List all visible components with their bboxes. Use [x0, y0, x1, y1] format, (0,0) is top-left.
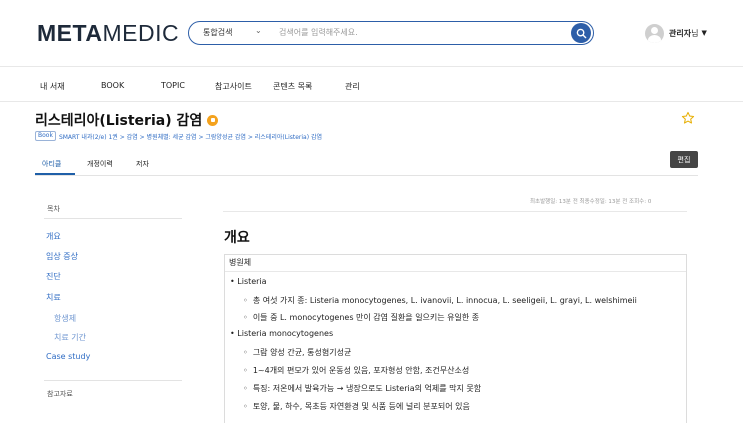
toc-label: 목차 [47, 205, 60, 213]
user-name: 관리자 [669, 28, 692, 38]
search-button[interactable] [571, 23, 591, 43]
nav-item-my-library[interactable]: 내 서재 [40, 81, 65, 92]
sub-bullet-text: 토양, 물, 하수, 목초등 자연환경 및 식품 등에 널리 분포되어 있음 [252, 402, 470, 411]
list-item: • Listeria [230, 277, 267, 286]
content-box-title: 병원체 [229, 258, 252, 267]
tab-article[interactable]: 아티클 [42, 159, 61, 169]
chevron-down-icon[interactable]: ⌄ [255, 26, 262, 35]
section-heading: 개요 [224, 230, 250, 246]
toc-item-case-study[interactable]: Case study [46, 352, 90, 361]
list-item: ◦ 1~4개의 편모가 있어 운동성 있음, 포자형성 안함, 조건무산소성 [243, 366, 470, 375]
logo[interactable]: METAMEDIC [37, 20, 179, 47]
user-suffix: 님 [691, 28, 699, 38]
user-menu[interactable]: 관리자 님 ▼ [645, 23, 707, 43]
list-item: ◦ 그람 양성 간균, 통성혐기성균 [243, 348, 352, 357]
sub-bullet-text: 그람 양성 간균, 통성혐기성균 [252, 348, 352, 357]
toc-item-treatment[interactable]: 치료 [46, 292, 61, 303]
search-icon [576, 28, 586, 38]
nav-item-admin[interactable]: 관리 [345, 81, 360, 92]
list-item: ◦ 이들 중 L. monocytogenes 만이 감염 질환을 일으키는 유… [243, 313, 480, 322]
star-icon[interactable] [681, 111, 695, 125]
sub-bullet-text: 특징: 저온에서 발육가능 → 냉장으로도 Listeria의 억제를 막지 못… [252, 384, 482, 393]
breadcrumb-path[interactable]: SMART 내과(2/e) 1권 > 감염 > 병원체별: 세균 감염 > 그람… [59, 132, 322, 141]
tab-authors[interactable]: 저자 [136, 159, 149, 169]
nav-item-book[interactable]: BOOK [101, 81, 124, 90]
logo-light: MEDIC [102, 20, 180, 46]
edit-button[interactable]: 편집 [670, 151, 698, 168]
sub-bullet-text: 총 여섯 가지 종: Listeria monocytogenes, L. iv… [252, 296, 637, 305]
tab-revision-history[interactable]: 개정이력 [87, 159, 113, 169]
toc-divider [44, 218, 182, 219]
user-avatar-icon [645, 23, 664, 43]
toc-item-overview[interactable]: 개요 [46, 231, 61, 242]
list-item: ◦ 특징: 저온에서 발육가능 → 냉장으로도 Listeria의 억제를 막지… [243, 384, 482, 393]
toc-subitem-antibiotics[interactable]: 항생제 [54, 313, 76, 324]
toc-references[interactable]: 참고자료 [47, 389, 73, 399]
meta-divider [223, 211, 687, 212]
toc-item-clinical-symptoms[interactable]: 임상 증상 [46, 251, 78, 262]
nav-item-content-list[interactable]: 콘텐츠 목록 [273, 81, 312, 92]
nav-item-reference-sites[interactable]: 참고사이트 [215, 81, 252, 92]
bullet-label: Listeria [237, 277, 267, 286]
tabs-divider [35, 175, 698, 176]
status-badge-icon [207, 114, 219, 126]
breadcrumb: Book SMART 내과(2/e) 1권 > 감염 > 병원체별: 세균 감염… [35, 131, 322, 141]
page-title-text: 리스테리아(Listeria) 감염 [35, 113, 203, 129]
sub-bullet-text: 1~4개의 편모가 있어 운동성 있음, 포자형성 안함, 조건무산소성 [252, 366, 470, 375]
page-title: 리스테리아(Listeria) 감염 [35, 110, 219, 130]
main-nav: 내 서재 BOOK TOPIC 참고사이트 콘텐츠 목록 관리 [0, 66, 743, 102]
breadcrumb-book-tag: Book [35, 131, 56, 141]
nav-item-topic[interactable]: TOPIC [161, 81, 185, 90]
content-box [224, 254, 687, 423]
header: METAMEDIC 통합검색 ⌄ 검색어를 입력해주세요. 관리자 님 ▼ [0, 0, 743, 66]
caret-down-icon: ▼ [701, 29, 707, 37]
search-bar: 통합검색 ⌄ 검색어를 입력해주세요. [188, 21, 594, 45]
list-item: ◦ 총 여섯 가지 종: Listeria monocytogenes, L. … [243, 296, 637, 305]
logo-bold: META [37, 20, 103, 46]
search-input[interactable]: 검색어를 입력해주세요. [279, 27, 358, 38]
list-item: ◦ 토양, 물, 하수, 목초등 자연환경 및 식품 등에 널리 분포되어 있음 [243, 402, 470, 411]
search-scope-select[interactable]: 통합검색 [203, 27, 232, 38]
sub-bullet-text: 이들 중 L. monocytogenes 만이 감염 질환을 일으키는 유일한… [252, 313, 480, 322]
list-item: • Listeria monocytogenes [230, 329, 334, 338]
content-box-divider [225, 271, 686, 272]
toc-subitem-treatment-duration[interactable]: 치료 기간 [54, 332, 86, 343]
toc-divider-bottom [44, 380, 182, 381]
article-meta: 최초발행일: 13분 전 최종수정일: 13분 전 조회수: 0 [530, 199, 652, 205]
toc-item-diagnosis[interactable]: 진단 [46, 271, 61, 282]
bullet-label: Listeria monocytogenes [237, 329, 334, 338]
